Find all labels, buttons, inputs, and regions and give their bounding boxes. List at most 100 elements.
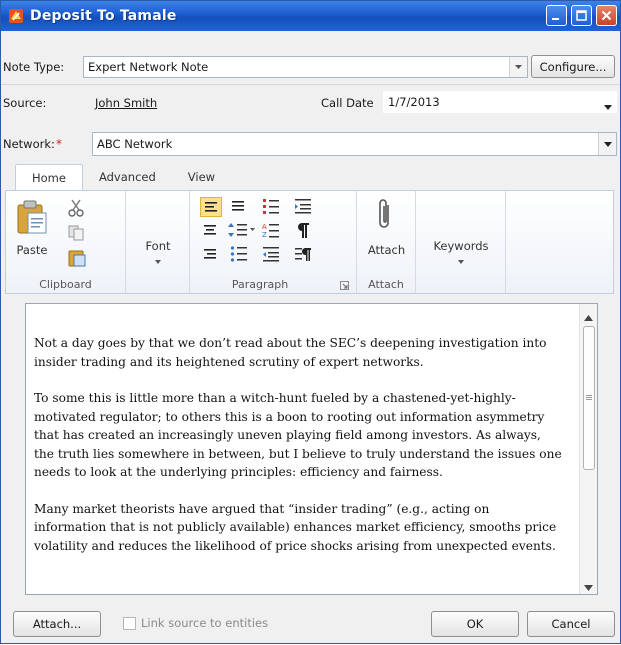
sort-button[interactable]: AZ bbox=[262, 221, 280, 242]
close-button[interactable] bbox=[596, 5, 617, 26]
align-center-icon bbox=[204, 225, 216, 235]
paragraph-dialog-launcher[interactable] bbox=[340, 279, 349, 293]
divider bbox=[1, 84, 620, 85]
paste-button[interactable] bbox=[16, 199, 48, 238]
paragraph: Many market theorists have argued that “… bbox=[34, 501, 557, 553]
font-button[interactable]: Font bbox=[126, 239, 190, 267]
paragraph-group: AZ Paragraph bbox=[190, 191, 357, 293]
note-editor[interactable]: Not a day goes by that we don’t read abo… bbox=[25, 303, 598, 595]
window-title: Deposit To Tamale bbox=[30, 8, 177, 24]
keywords-group: Keywords bbox=[416, 191, 506, 293]
call-date-label: Call Date bbox=[321, 96, 374, 110]
chevron-down-icon bbox=[584, 585, 593, 591]
cut-button[interactable] bbox=[68, 199, 84, 220]
paste-icon bbox=[17, 200, 47, 234]
cancel-button[interactable]: Cancel bbox=[527, 611, 615, 637]
source-row: Source: John Smith Call Date 1/7/2013 bbox=[1, 91, 620, 115]
paragraph-group-label: Paragraph bbox=[231, 278, 289, 291]
rtl-paragraph-button[interactable] bbox=[294, 245, 312, 266]
note-type-label: Note Type: bbox=[3, 60, 65, 74]
paste-special-button[interactable] bbox=[68, 249, 86, 270]
note-type-row: Note Type: Expert Network Note Configure… bbox=[1, 55, 620, 79]
indent-icon bbox=[295, 199, 311, 214]
network-label: Network: bbox=[3, 137, 55, 151]
maximize-button[interactable] bbox=[571, 5, 592, 26]
align-right-button[interactable] bbox=[202, 223, 218, 240]
chevron-down-icon bbox=[458, 260, 464, 264]
copy-button[interactable] bbox=[68, 225, 84, 244]
bullet-list-button[interactable] bbox=[230, 245, 248, 266]
close-icon bbox=[601, 10, 612, 21]
link-source-label: Link source to entities bbox=[141, 616, 269, 630]
ribbon-panel: Paste Clipboard Font A Z Paragraph Attac… bbox=[5, 190, 614, 294]
outdent-button[interactable] bbox=[262, 245, 280, 266]
numbered-list-icon bbox=[263, 199, 279, 214]
paragraph: To some this is little more than a witch… bbox=[34, 391, 562, 479]
clipboard-group-label: Clipboard bbox=[39, 278, 92, 291]
attach-label: Attach bbox=[367, 243, 406, 257]
font-group: Font bbox=[126, 191, 190, 293]
dialog-window: Deposit To Tamale Note Type: Expert Netw… bbox=[0, 0, 621, 644]
svg-text:A: A bbox=[262, 223, 267, 231]
link-source-checkbox[interactable] bbox=[123, 617, 136, 630]
call-date-value: 1/7/2013 bbox=[388, 95, 440, 109]
note-type-dropdown-button[interactable] bbox=[509, 57, 527, 77]
configure-button-label: Configure... bbox=[539, 59, 607, 74]
vertical-scrollbar[interactable] bbox=[579, 304, 597, 594]
bullet-list-icon bbox=[230, 246, 247, 262]
chevron-up-icon bbox=[584, 315, 593, 321]
required-marker: * bbox=[56, 137, 62, 151]
configure-button[interactable]: Configure... bbox=[531, 55, 615, 78]
line-spacing-icon bbox=[228, 223, 255, 237]
attach-group-label: Attach bbox=[368, 278, 404, 291]
minimize-icon bbox=[552, 18, 559, 20]
scissors-icon bbox=[68, 199, 84, 217]
align-left-icon bbox=[205, 202, 217, 212]
network-select[interactable]: ABC Network bbox=[92, 132, 617, 156]
tab-view[interactable]: View bbox=[172, 164, 231, 190]
svg-text:Z: Z bbox=[262, 231, 267, 239]
show-formatting-button[interactable] bbox=[296, 221, 310, 242]
align-right-icon bbox=[204, 249, 216, 259]
justify-button[interactable] bbox=[202, 247, 218, 264]
cancel-button-label: Cancel bbox=[551, 617, 591, 631]
indent-button[interactable] bbox=[294, 197, 312, 218]
pilcrow-icon bbox=[298, 223, 309, 238]
title-bar[interactable]: Deposit To Tamale bbox=[1, 1, 620, 31]
call-date-picker[interactable]: 1/7/2013 bbox=[383, 91, 617, 113]
attach-group: Attach Attach bbox=[357, 191, 416, 293]
dialog-launcher-icon bbox=[340, 281, 349, 290]
ribbon-tabs: Home Advanced View bbox=[15, 164, 231, 190]
clipboard-group: Paste Clipboard bbox=[6, 191, 126, 293]
numbered-list-button[interactable] bbox=[262, 197, 280, 218]
attach-button[interactable] bbox=[377, 197, 393, 236]
tab-home[interactable]: Home bbox=[15, 164, 83, 190]
source-link[interactable]: John Smith bbox=[95, 96, 157, 110]
keywords-button[interactable]: Keywords bbox=[416, 239, 506, 267]
copy-icon bbox=[68, 225, 84, 241]
tab-advanced[interactable]: Advanced bbox=[83, 164, 172, 190]
network-value: ABC Network bbox=[97, 137, 173, 151]
note-type-select[interactable]: Expert Network Note bbox=[83, 56, 528, 78]
minimize-button[interactable] bbox=[546, 5, 567, 26]
network-dropdown-button[interactable] bbox=[598, 133, 616, 155]
paragraph: Not a day goes by that we don’t read abo… bbox=[34, 336, 547, 369]
keywords-label: Keywords bbox=[433, 239, 489, 253]
dialog-footer: Attach... Link source to entities OK Can… bbox=[1, 605, 620, 645]
line-spacing-button[interactable] bbox=[228, 221, 256, 242]
attach-file-label: Attach... bbox=[32, 617, 82, 631]
scroll-up-arrow[interactable] bbox=[584, 310, 593, 324]
note-body[interactable]: Not a day goes by that we don’t read abo… bbox=[34, 334, 564, 573]
maximize-icon bbox=[576, 10, 587, 21]
grip-lines bbox=[586, 395, 592, 396]
chevron-down-icon bbox=[603, 141, 612, 147]
scroll-down-arrow[interactable] bbox=[584, 580, 593, 594]
align-left-button[interactable] bbox=[200, 197, 222, 217]
align-center-button[interactable] bbox=[230, 199, 246, 216]
paperclip-icon bbox=[379, 199, 389, 228]
scroll-thumb[interactable] bbox=[583, 326, 595, 470]
call-date-dropdown-button[interactable] bbox=[604, 99, 612, 113]
chevron-down-icon bbox=[155, 260, 161, 264]
ok-button[interactable]: OK bbox=[431, 611, 519, 637]
attach-file-button[interactable]: Attach... bbox=[13, 611, 101, 637]
